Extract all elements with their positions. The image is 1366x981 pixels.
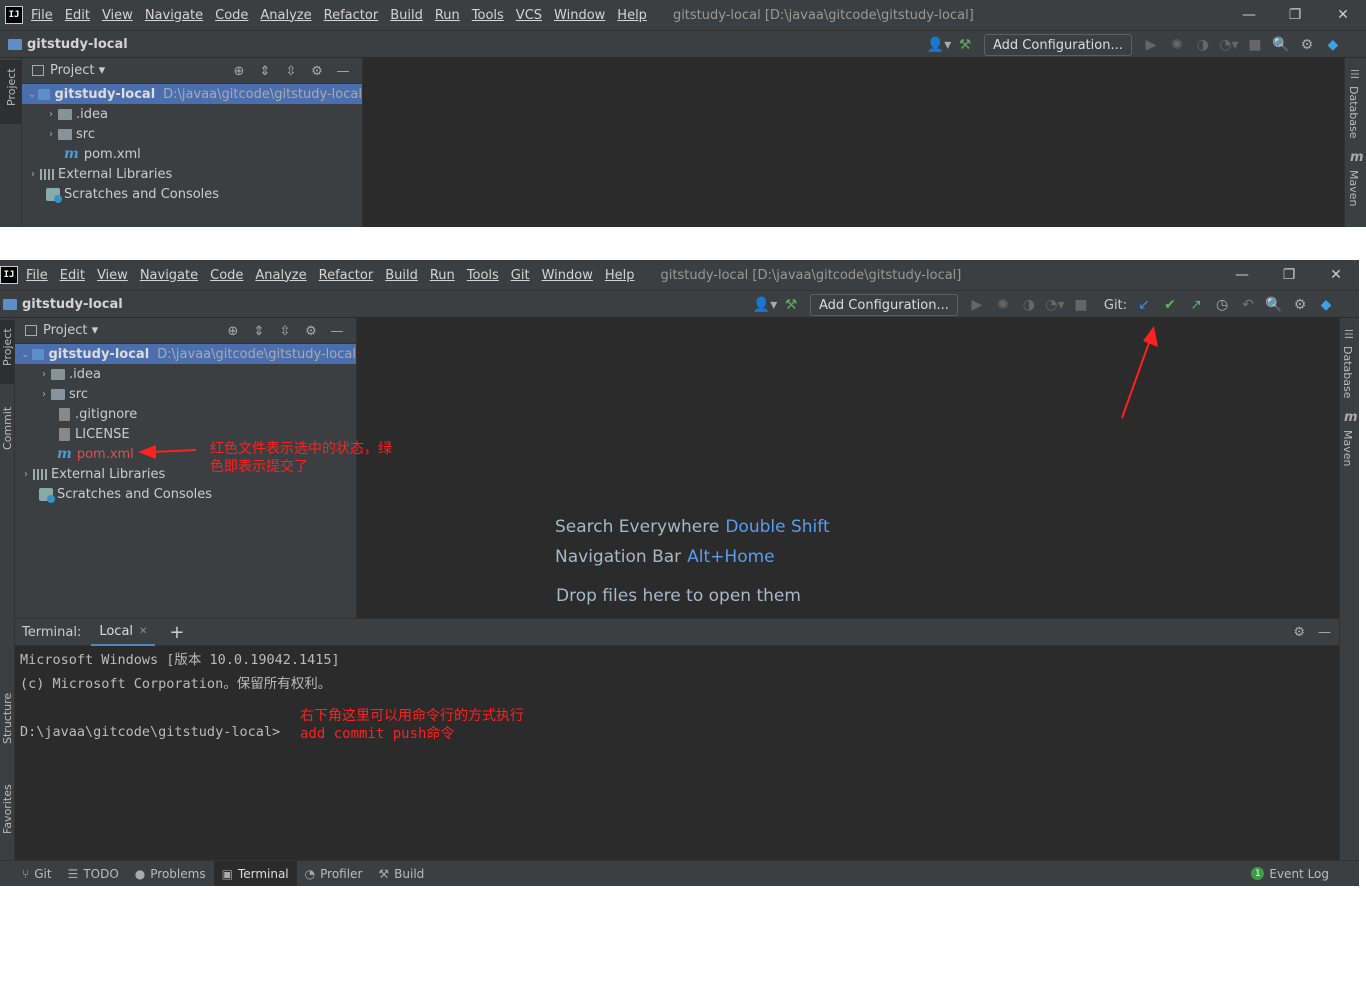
annotation-terminal-note: 右下角这里可以用命令行的方式执行 add commit push命令 [300,708,524,742]
annotation-arrows [138,326,1158,459]
annotation-pom-note: 红色文件表示选中的状态，绿 色即表示提交了 [210,441,392,475]
arrow-to-git-toolbar [1121,326,1158,419]
arrow-to-pom [138,445,197,459]
